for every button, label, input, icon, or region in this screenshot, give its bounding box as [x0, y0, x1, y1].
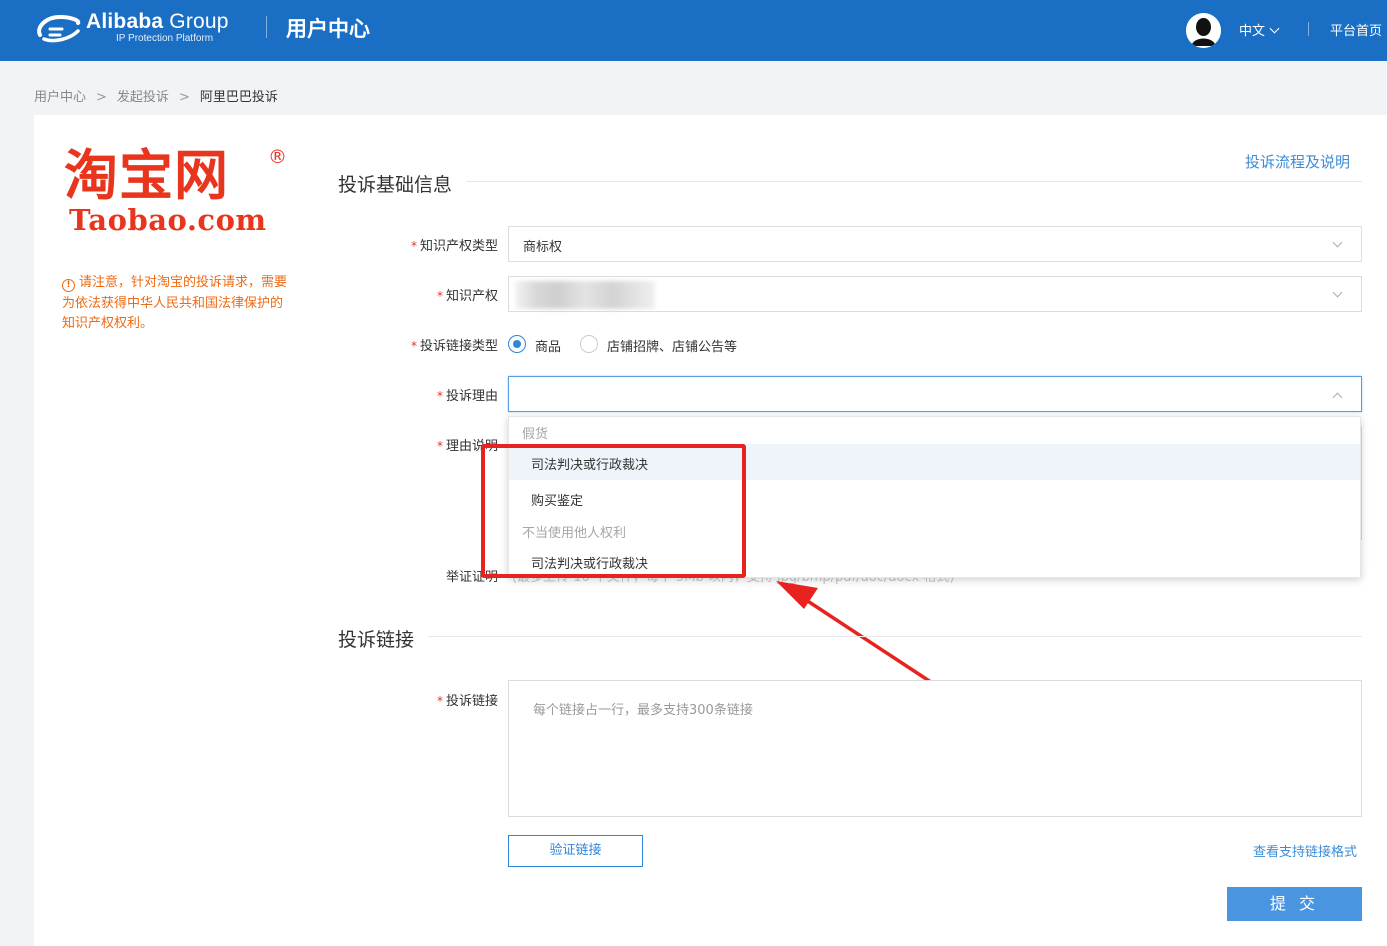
platform-home-link[interactable]: 平台首页	[1330, 20, 1382, 39]
links-label: * 投诉链接	[436, 694, 498, 709]
ip-right-label: * 知识产权	[436, 289, 498, 304]
complaint-links-textarea[interactable]: 每个链接占一行，最多支持300条链接	[508, 680, 1362, 817]
submit-button[interactable]: 提 交	[1227, 887, 1362, 921]
ip-type-select[interactable]: 商标权	[508, 226, 1362, 262]
user-avatar[interactable]	[1186, 13, 1221, 48]
language-selector[interactable]: 中文	[1239, 20, 1280, 39]
breadcrumb-item-start-complaint[interactable]: 发起投诉	[117, 90, 169, 105]
redacted-value	[515, 281, 655, 309]
section-divider	[428, 636, 1362, 637]
link-type-radio-shop[interactable]	[580, 335, 598, 353]
evidence-label: 举证证明	[445, 570, 498, 585]
chevron-up-icon	[1332, 392, 1343, 403]
info-icon: !	[62, 279, 75, 292]
breadcrumb-separator: >	[178, 90, 190, 105]
breadcrumb-item-current: 阿里巴巴投诉	[199, 90, 278, 105]
dropdown-group-label: 假货	[522, 427, 549, 442]
annotation-highlight-box	[481, 444, 746, 578]
alibaba-logo-text: Alibaba Group	[86, 10, 229, 33]
links-placeholder: 每个链接占一行，最多支持300条链接	[533, 703, 753, 718]
section-divider	[466, 181, 1362, 182]
ip-right-select[interactable]	[508, 276, 1362, 312]
taobao-logo: 淘宝网 ® Taobao.com	[64, 144, 287, 238]
alibaba-logo-icon	[37, 14, 81, 43]
header-divider	[1308, 22, 1309, 36]
breadcrumb-item-user-center[interactable]: 用户中心	[34, 90, 86, 105]
chevron-down-icon	[1269, 23, 1280, 34]
ip-type-label: * 知识产权类型	[410, 239, 498, 254]
section-title-links: 投诉链接	[338, 629, 415, 651]
link-type-radio-product[interactable]	[508, 335, 526, 353]
chevron-down-icon	[1332, 237, 1343, 248]
notice-text: ! 请注意，针对淘宝的投诉请求，需要为依法获得中华人民共和国法律保护的知识产权权利…	[62, 275, 288, 331]
link-type-option-shop[interactable]: 店铺招牌、店铺公告等	[607, 336, 737, 355]
top-header: Alibaba Group IP Protection Platform 用户中…	[0, 0, 1387, 61]
reason-desc-label: * 理由说明	[436, 439, 498, 454]
user-silhouette-icon	[1186, 13, 1221, 48]
breadcrumb-separator: >	[96, 90, 107, 105]
breadcrumb: 用户中心 > 发起投诉 > 阿里巴巴投诉	[34, 86, 278, 105]
complaint-flow-link[interactable]: 投诉流程及说明	[1245, 151, 1350, 172]
link-type-label: * 投诉链接类型	[410, 339, 498, 354]
view-link-format-link[interactable]: 查看支持链接格式	[1253, 841, 1357, 860]
reason-select[interactable]	[508, 376, 1362, 412]
header-divider	[266, 16, 267, 38]
reason-label: * 投诉理由	[436, 389, 498, 404]
verify-links-button[interactable]: 验证链接	[508, 835, 643, 867]
chevron-down-icon	[1332, 287, 1343, 298]
logo-subtitle: IP Protection Platform	[116, 33, 214, 44]
link-type-option-product[interactable]: 商品	[535, 336, 561, 355]
page-title: 用户中心	[286, 17, 370, 41]
section-title-basic: 投诉基础信息	[338, 174, 453, 196]
